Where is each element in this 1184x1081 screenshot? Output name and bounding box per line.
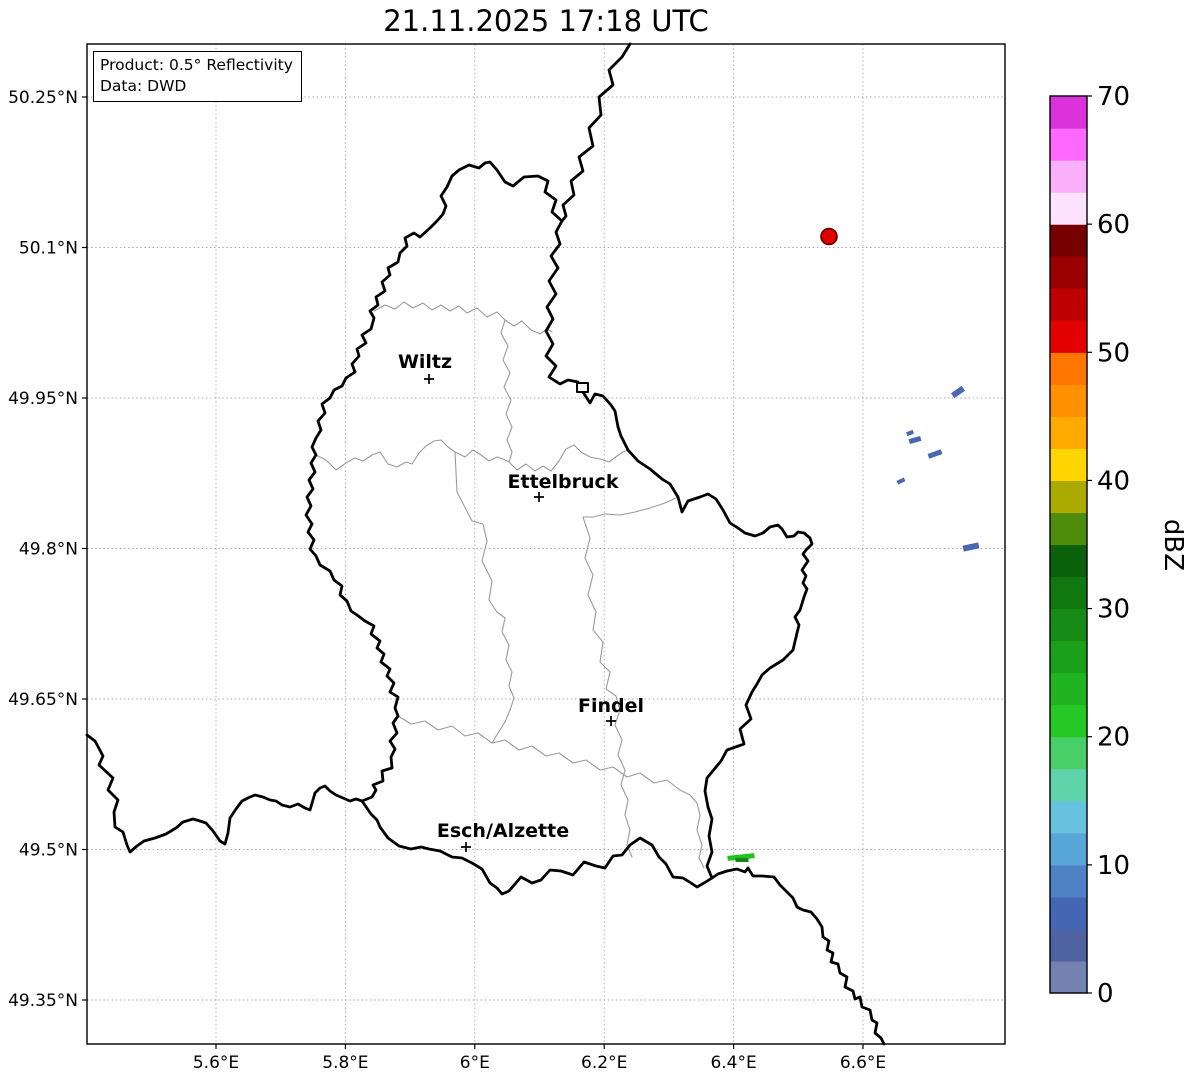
echo-pixel [927, 449, 943, 459]
city-label: Wiltz [398, 351, 452, 373]
colorbar-tick-label: 20 [1097, 723, 1130, 753]
y-tick-label: 49.8°N [19, 540, 78, 560]
colorbar-tick-labels: 0 10 20 30 40 50 60 70 [1097, 82, 1130, 1009]
colorbar-band [1050, 320, 1087, 353]
belgium-germany-border [560, 42, 632, 223]
city-label: Ettelbruck [508, 471, 619, 493]
y-tick-label: 49.35°N [8, 991, 78, 1011]
canton-line [500, 319, 513, 463]
colorbar-band [1050, 832, 1087, 866]
colorbar-band [1050, 736, 1087, 770]
colorbar-bands [1050, 96, 1087, 994]
colorbar-band [1050, 160, 1087, 193]
colorbar-band [1050, 544, 1087, 578]
canton-line [373, 301, 553, 335]
colorbar-band [1050, 672, 1087, 706]
echo-pixel [950, 385, 966, 399]
y-tick-label: 50.1°N [19, 239, 78, 259]
france-germany-border [710, 866, 886, 1046]
x-tick-label: 5.6°E [193, 1053, 239, 1073]
axis-tick-labels: 5.6°E 5.8°E 6°E 6.2°E 6.4°E 6.6°E 50.25°N 50.1°… [8, 88, 886, 1073]
city-markers: Wiltz Ettelbruck Findel Esch/Alzette [398, 351, 644, 852]
colorbar-tick-label: 40 [1097, 466, 1130, 496]
colorbar-band [1050, 960, 1087, 994]
radar-site-marker [820, 227, 838, 246]
colorbar-ticks [1087, 95, 1092, 994]
y-tick-label: 49.65°N [8, 690, 78, 710]
radar-echoes [727, 385, 980, 862]
city-label: Findel [578, 695, 644, 717]
canton-line [454, 451, 515, 744]
colorbar-band [1050, 928, 1087, 962]
x-tick-label: 5.8°E [322, 1053, 368, 1073]
city-plus-marker [424, 374, 434, 384]
product-info-box: Product: 0.5° Reflectivity Data: DWD [93, 51, 302, 102]
colorbar-band [1050, 704, 1087, 738]
x-tick-label: 6.6°E [840, 1053, 886, 1073]
colorbar-tick-label: 10 [1097, 851, 1130, 881]
y-tick-label: 49.95°N [8, 389, 78, 409]
radar-site-dot [820, 227, 838, 246]
colorbar-band [1050, 896, 1087, 930]
data-source-line: Data: DWD [100, 77, 187, 95]
colorbar-tick-label: 30 [1097, 595, 1130, 625]
colorbar-band [1050, 256, 1087, 289]
canton-line [582, 496, 679, 858]
colorbar-band [1050, 416, 1087, 449]
map-plot: WiltzEttelbruckFindelEsch/Alzette 5.6°E 5… [8, 42, 1130, 1073]
colorbar-band [1050, 192, 1087, 225]
colorbar-band [1050, 800, 1087, 834]
y-tick-label: 50.25°N [8, 88, 78, 108]
city-plus-marker [461, 842, 471, 852]
colorbar-tick-label: 70 [1097, 82, 1130, 112]
colorbar-band [1050, 576, 1087, 610]
radar-figure: 21.11.2025 17:18 UTC WiltzEttelbruckFi [0, 0, 1184, 1081]
canton-line [508, 444, 629, 472]
colorbar-band [1050, 128, 1087, 161]
colorbar-band [1050, 96, 1087, 129]
echo-pixel [908, 436, 922, 444]
echo-pixel [906, 429, 914, 437]
colorbar-band [1050, 608, 1087, 642]
colorbar-band [1050, 640, 1087, 674]
echo-pixel [962, 542, 980, 552]
colorbar-band [1050, 448, 1087, 482]
colorbar-band [1050, 864, 1087, 898]
city-label: Esch/Alzette [437, 820, 569, 842]
x-tick-label: 6°E [460, 1053, 490, 1073]
city-plus-marker [606, 716, 616, 726]
luxembourg-border [304, 160, 814, 896]
colorbar-tick-label: 60 [1097, 210, 1130, 240]
y-tick-label: 49.5°N [19, 841, 78, 861]
colorbar-band [1050, 384, 1087, 417]
colorbar-tick-label: 50 [1097, 338, 1130, 368]
city-plus-marker [534, 492, 544, 502]
canton-line [397, 715, 705, 869]
colorbar-band [1050, 768, 1087, 802]
colorbar-band [1050, 512, 1087, 546]
product-line: Product: 0.5° Reflectivity [100, 56, 293, 74]
echo-pixel [896, 477, 906, 485]
colorbar-band [1050, 224, 1087, 257]
france-belgium-border [85, 733, 364, 854]
colorbar-band [1050, 288, 1087, 321]
vianden-enclave-box [576, 382, 589, 393]
axis-ticks [82, 96, 864, 1049]
colorbar-band [1050, 352, 1087, 385]
x-tick-label: 6.4°E [710, 1053, 756, 1073]
colorbar-band [1050, 480, 1087, 514]
colorbar-axis-label: dBZ [1158, 518, 1184, 572]
colorbar-tick-label: 0 [1097, 979, 1114, 1009]
country-borders [85, 42, 886, 1046]
echo-pixel [735, 858, 749, 862]
x-tick-label: 6.2°E [581, 1053, 627, 1073]
